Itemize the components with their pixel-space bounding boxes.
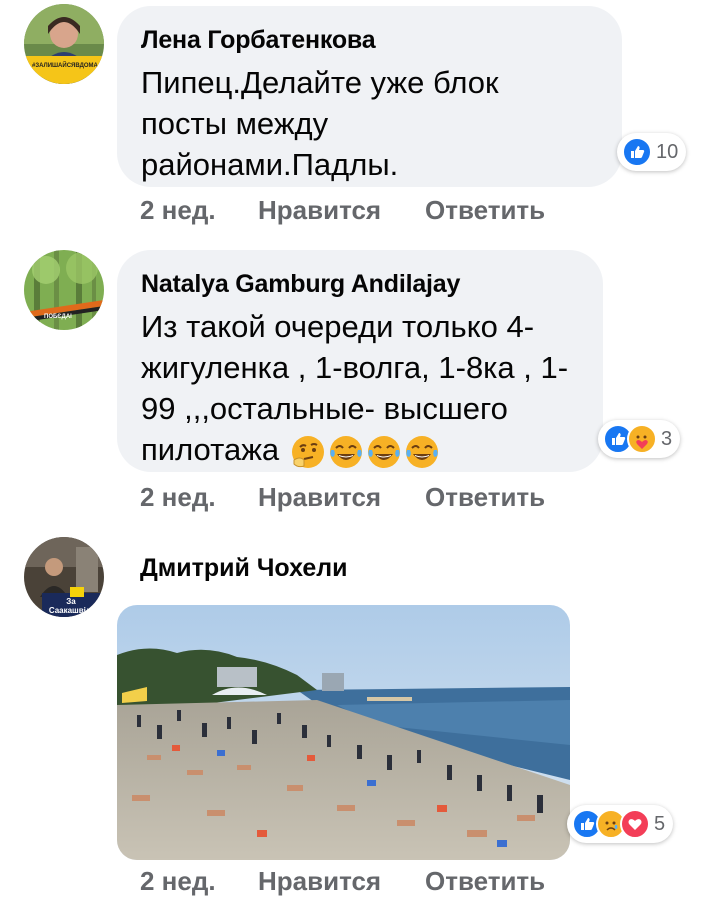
reaction-summary[interactable]: 5 [567, 805, 674, 843]
avatar-badge-text: За Саакашвілі [48, 597, 94, 615]
like-button[interactable]: Нравится [258, 195, 381, 226]
tears-of-joy-icon [405, 435, 438, 468]
thinking-face-icon [291, 435, 324, 468]
comment-time[interactable]: 2 нед. [140, 866, 216, 897]
reply-button[interactable]: Ответить [425, 195, 545, 226]
like-button[interactable]: Нравится [258, 482, 381, 513]
reaction-summary[interactable]: 10 [617, 133, 687, 171]
care-reaction-icon [627, 424, 657, 454]
tears-of-joy-icon [367, 435, 400, 468]
like-button[interactable]: Нравится [258, 866, 381, 897]
comment-author[interactable]: Natalya Gamburg Andilajay [141, 268, 577, 300]
reaction-count: 10 [656, 140, 679, 163]
love-reaction-icon [620, 809, 650, 839]
comment-bubble: Natalya Gamburg Andilajay Из такой очере… [117, 250, 603, 472]
comment-text: Из такой очереди только 4-жигуленка , 1-… [141, 306, 581, 470]
tears-of-joy-icon [329, 435, 362, 468]
avatar-badge-text: #ЗАЛИШАЙСЯВДОМА [32, 63, 98, 69]
reply-button[interactable]: Ответить [425, 866, 545, 897]
comment-bubble: Лена Горбатенкова Пипец.Делайте уже блок… [117, 6, 622, 187]
reaction-count: 5 [654, 812, 666, 835]
comment-time[interactable]: 2 нед. [140, 195, 216, 226]
avatar[interactable]: ПОБЄДАІ [24, 250, 104, 330]
reply-button[interactable]: Ответить [425, 482, 545, 513]
reaction-summary[interactable]: 3 [598, 420, 681, 458]
avatar-badge-text: ПОБЄДАІ [44, 314, 72, 320]
comment-photo-attachment[interactable] [117, 605, 570, 860]
avatar[interactable]: #ЗАЛИШАЙСЯВДОМА [24, 4, 104, 84]
comment-author[interactable]: Лена Горбатенкова [141, 24, 596, 56]
like-reaction-icon [622, 137, 652, 167]
comment-time[interactable]: 2 нед. [140, 482, 216, 513]
reaction-count: 3 [661, 427, 673, 450]
comment-text: Пипец.Делайте уже блок посты между район… [141, 65, 499, 182]
comment-author[interactable]: Дмитрий Чохели [140, 552, 348, 584]
avatar[interactable]: За Саакашвілі [24, 537, 104, 617]
